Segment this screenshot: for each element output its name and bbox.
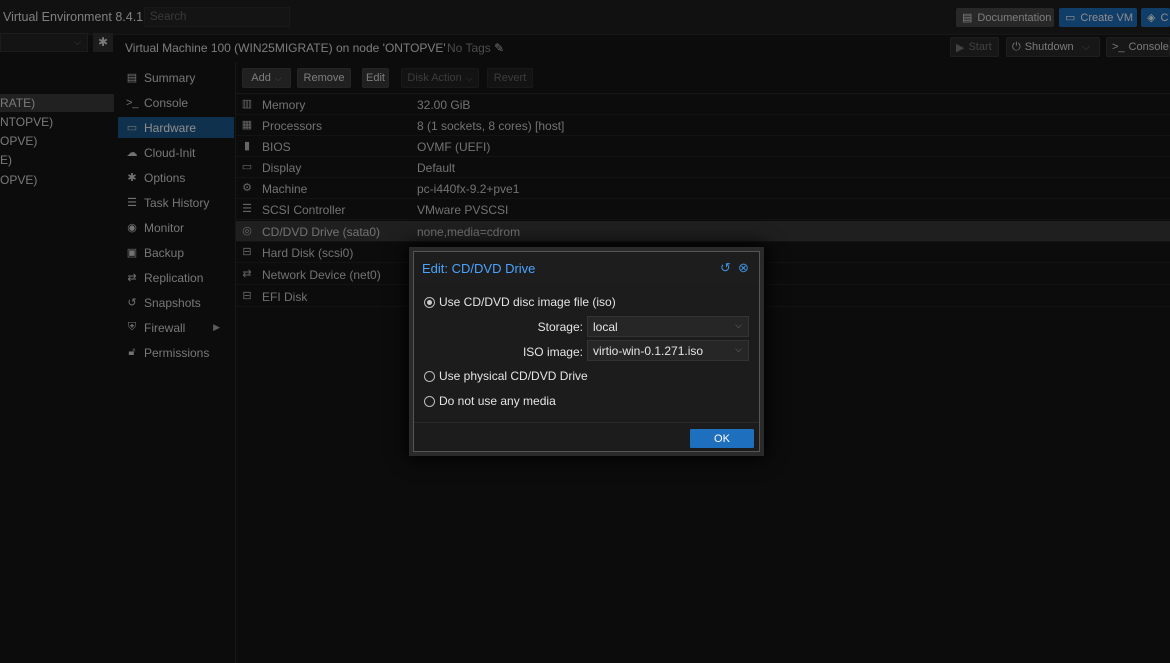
dialog-footer: OK (414, 422, 759, 452)
iso-image-combo[interactable]: virtio-win-0.1.271.iso ⌵ (587, 340, 749, 361)
reset-icon[interactable]: ↺ (720, 260, 731, 276)
iso-image-label: ISO image: (522, 345, 583, 359)
close-icon[interactable]: ⊗ (738, 260, 749, 276)
storage-combo[interactable]: local ⌵ (587, 316, 749, 337)
dialog-header: Edit: CD/DVD Drive ↺ ⊗ (414, 252, 759, 283)
dialog-title: Edit: CD/DVD Drive (422, 261, 536, 276)
storage-label: Storage: (537, 320, 583, 334)
chevron-down-icon: ⌵ (735, 320, 742, 330)
radio-no-media[interactable]: Do not use any media (424, 394, 556, 408)
ok-button[interactable]: OK (690, 429, 754, 448)
radio-unchecked (424, 370, 435, 382)
radio-use-iso[interactable]: Use CD/DVD disc image file (iso) (424, 295, 616, 309)
edit-cdrom-dialog: Edit: CD/DVD Drive ↺ ⊗ Use CD/DVD disc i… (413, 251, 760, 452)
radio-unchecked (424, 395, 435, 407)
radio-checked (424, 296, 435, 308)
radio-physical-drive[interactable]: Use physical CD/DVD Drive (424, 369, 588, 383)
chevron-down-icon: ⌵ (735, 344, 742, 354)
